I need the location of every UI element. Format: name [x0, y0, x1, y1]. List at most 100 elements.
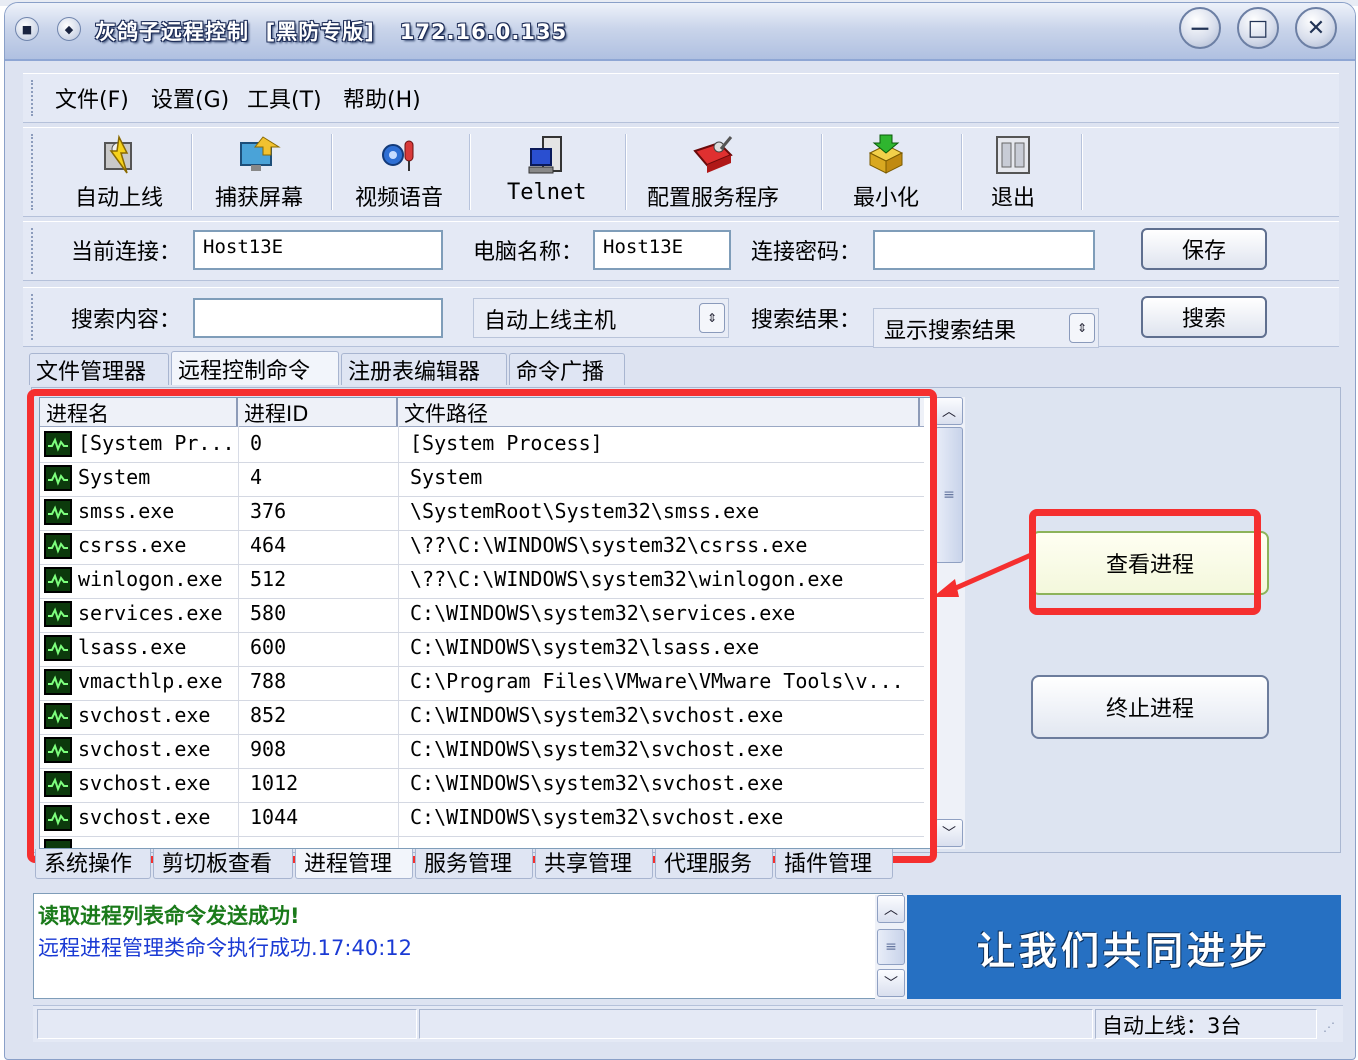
- process-name-cell: System: [78, 465, 151, 489]
- process-row[interactable]: svchost.exe 908 C:\WINDOWS\system32\svchos…: [40, 734, 924, 769]
- computer-name-field[interactable]: Host13E: [593, 230, 731, 270]
- configure-server-button[interactable]: 配置服务程序: [647, 132, 779, 212]
- tab-registry-editor[interactable]: 注册表编辑器: [341, 353, 507, 385]
- minimize-tool-button[interactable]: 最小化: [853, 132, 919, 212]
- process-path-cell: C:\WINDOWS\system32\svchost.exe: [410, 703, 784, 727]
- process-path-cell: System: [410, 465, 483, 489]
- tab-remote-control[interactable]: 远程控制命令: [171, 351, 339, 385]
- scroll-thumb[interactable]: ≡: [877, 929, 905, 965]
- process-id-cell: 1012: [250, 771, 299, 795]
- process-row[interactable]: smss.exe 376 \SystemRoot\System32\smss.exe: [40, 496, 924, 531]
- process-path-cell: \??\C:\WINDOWS\system32\csrss.exe: [410, 533, 808, 557]
- subtab-clipboard-viewer[interactable]: 剪切板查看: [153, 849, 293, 879]
- status-pane-1: [37, 1009, 417, 1039]
- process-row[interactable]: svchost.exe 852 C:\WINDOWS\system32\svchos…: [40, 700, 924, 735]
- process-icon: [44, 771, 72, 797]
- minimize-button[interactable]: －: [1179, 7, 1221, 49]
- process-name-cell: csrss.exe: [78, 533, 187, 557]
- process-icon: [44, 703, 72, 729]
- scroll-down-icon[interactable]: ﹀: [877, 969, 905, 997]
- subtab-plugin-management[interactable]: 插件管理: [775, 849, 893, 879]
- process-list-scrollbar[interactable]: ︿ ≡ ﹀: [933, 397, 965, 849]
- column-file-path[interactable]: 文件路径: [398, 398, 920, 426]
- scroll-thumb[interactable]: ≡: [935, 427, 963, 563]
- telnet-button[interactable]: Telnet: [507, 132, 586, 212]
- search-button[interactable]: 搜索: [1141, 296, 1267, 338]
- scroll-up-icon[interactable]: ︿: [877, 895, 905, 923]
- subtab-service-management[interactable]: 服务管理: [415, 849, 533, 879]
- process-row[interactable]: svchost.exe 1012 C:\WINDOWS\system32\svcho…: [40, 768, 924, 803]
- kill-process-button[interactable]: 终止进程: [1031, 675, 1269, 739]
- tab-command-broadcast[interactable]: 命令广播: [509, 353, 625, 385]
- save-button[interactable]: 保存: [1141, 228, 1267, 270]
- process-name-cell: svchost.exe: [78, 771, 211, 795]
- menubar-grip[interactable]: [31, 80, 36, 116]
- process-path-cell: \SystemRoot\System32\smss.exe: [410, 499, 760, 523]
- process-row[interactable]: csrss.exe 464 \??\C:\WINDOWS\system32\csrs…: [40, 530, 924, 565]
- close-button[interactable]: ✕: [1295, 7, 1337, 49]
- process-row[interactable]: services.exe 580 C:\WINDOWS\system32\servi…: [40, 598, 924, 633]
- process-row[interactable]: System 4 System: [40, 462, 924, 497]
- process-icon: [44, 601, 72, 627]
- system-menu-icon[interactable]: ■: [15, 17, 39, 41]
- search-scope-select[interactable]: 自动上线主机 ⇕: [473, 298, 729, 338]
- process-list[interactable]: 进程名 进程ID 文件路径 [System Pr... 0 [System Proc…: [39, 397, 939, 849]
- process-row[interactable]: [System Pr... 0 [System Process]: [40, 428, 924, 463]
- subtab-system-operations[interactable]: 系统操作: [35, 849, 151, 879]
- process-row[interactable]: svchost.exe 1044 C:\WINDOWS\system32\svcho…: [40, 802, 924, 837]
- menu-help[interactable]: 帮助(H): [343, 82, 421, 114]
- video-voice-label: 视频语音: [355, 186, 444, 211]
- view-processes-button[interactable]: 查看进程: [1031, 531, 1269, 595]
- toolbar-separator: [961, 134, 963, 210]
- log-output[interactable]: 读取进程列表命令发送成功! 远程进程管理类命令执行成功.17:40:12: [33, 893, 903, 999]
- toolbar-grip[interactable]: [31, 134, 36, 210]
- process-path-cell: C:\WINDOWS\system32\svchost.exe: [410, 737, 784, 761]
- row-grip[interactable]: [31, 294, 36, 340]
- menu-settings[interactable]: 设置(G): [151, 82, 229, 114]
- menu-file[interactable]: 文件(F): [55, 82, 129, 114]
- video-voice-icon: [375, 132, 423, 178]
- row-grip[interactable]: [31, 228, 36, 274]
- menu-bar: 文件(F) 设置(G) 工具(T) 帮助(H): [23, 73, 1339, 123]
- connection-password-field[interactable]: [873, 230, 1095, 270]
- scroll-down-icon[interactable]: ﹀: [935, 819, 963, 847]
- toolbar-separator: [469, 134, 471, 210]
- process-id-cell: 376: [250, 499, 287, 523]
- process-row[interactable]: vmacthlp.exe 788 C:\Program Files\VMware\V…: [40, 666, 924, 701]
- subtab-proxy-service[interactable]: 代理服务: [655, 849, 773, 879]
- process-row[interactable]: winlogon.exe 512 \??\C:\WINDOWS\system32\w…: [40, 564, 924, 599]
- menu-tools[interactable]: 工具(T): [247, 82, 322, 114]
- log-scrollbar[interactable]: ︿ ≡ ﹀: [875, 895, 907, 999]
- process-icon: [44, 431, 72, 457]
- app-icon[interactable]: ◆: [57, 17, 81, 41]
- search-content-field[interactable]: [193, 298, 443, 338]
- window-title: 灰鸽子远程控制 [黑防专版] 172.16.0.135: [95, 20, 568, 44]
- toolbar-separator: [821, 134, 823, 210]
- process-row[interactable]: lsass.exe 600 C:\WINDOWS\system32\lsass.ex…: [40, 632, 924, 667]
- tab-file-manager[interactable]: 文件管理器: [29, 353, 169, 385]
- column-process-name[interactable]: 进程名: [40, 398, 238, 426]
- search-result-select[interactable]: 显示搜索结果 ⇕: [873, 308, 1099, 348]
- process-id-cell: 512: [250, 567, 287, 591]
- search-row: 搜索内容： 自动上线主机 ⇕ 搜索结果： 显示搜索结果 ⇕ 搜索: [23, 287, 1339, 348]
- dropdown-arrow-icon[interactable]: ⇕: [699, 303, 725, 333]
- log-line-info: 远程进程管理类命令执行成功.17:40:12: [38, 936, 412, 960]
- process-path-cell: C:\WINDOWS\system32\services.exe: [410, 601, 796, 625]
- capture-screen-button[interactable]: 捕获屏幕: [215, 132, 303, 212]
- online-count-status: 自动上线：3台: [1095, 1009, 1317, 1039]
- scroll-up-icon[interactable]: ︿: [935, 397, 963, 425]
- resize-grip-icon[interactable]: ⋰: [1323, 1020, 1335, 1034]
- title-bar[interactable]: ■ ◆ 灰鸽子远程控制 [黑防专版] 172.16.0.135 － □ ✕: [5, 3, 1355, 61]
- auto-online-button[interactable]: 自动上线: [75, 132, 163, 212]
- dropdown-arrow-icon[interactable]: ⇕: [1069, 313, 1095, 343]
- subtab-process-management[interactable]: 进程管理: [295, 849, 413, 879]
- process-row[interactable]: [40, 836, 924, 848]
- column-process-id[interactable]: 进程ID: [238, 398, 398, 426]
- toolbar-separator: [625, 134, 627, 210]
- exit-button[interactable]: 退出: [989, 132, 1037, 212]
- toolbar: 自动上线 捕获屏幕 视频语音 Telnet 配置服务程序 最小化 退出: [23, 127, 1339, 217]
- current-connection-field[interactable]: Host13E: [193, 230, 443, 270]
- subtab-share-management[interactable]: 共享管理: [535, 849, 653, 879]
- maximize-button[interactable]: □: [1237, 7, 1279, 49]
- video-voice-button[interactable]: 视频语音: [355, 132, 443, 212]
